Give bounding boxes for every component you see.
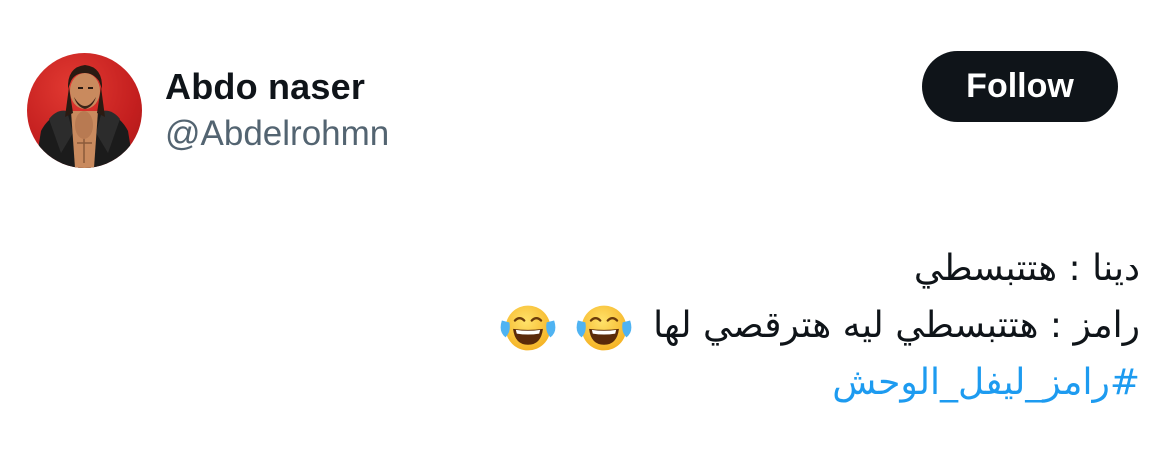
tweet-text: دينا : هتتبسطي رامز : هتتبسطي ليه هترقصي… xyxy=(40,240,1140,411)
follow-button[interactable]: Follow xyxy=(922,51,1118,122)
avatar-portrait-icon xyxy=(35,65,134,168)
tweet-line-2: رامز : هتتبسطي ليه هترقصي لها xyxy=(40,297,1140,354)
author-handle[interactable]: @Abdelrohmn xyxy=(165,114,389,154)
tweet-line-2-text: رامز : هتتبسطي ليه هترقصي لها xyxy=(653,305,1140,346)
face-with-tears-of-joy-icon xyxy=(576,305,632,351)
hashtag-link[interactable]: #رامز_ليفل_الوحش xyxy=(832,362,1140,403)
tweet-line-3: #رامز_ليفل_الوحش xyxy=(40,354,1140,411)
face-with-tears-of-joy-icon xyxy=(500,305,556,351)
avatar[interactable] xyxy=(27,53,142,168)
tweet-line-1: دينا : هتتبسطي xyxy=(913,248,1140,289)
emoji-group xyxy=(492,298,632,356)
tweet-card: Abdo naser @Abdelrohmn Follow دينا : هتت… xyxy=(0,0,1170,464)
author-name[interactable]: Abdo naser xyxy=(165,66,365,108)
follow-button-label: Follow xyxy=(966,67,1074,105)
